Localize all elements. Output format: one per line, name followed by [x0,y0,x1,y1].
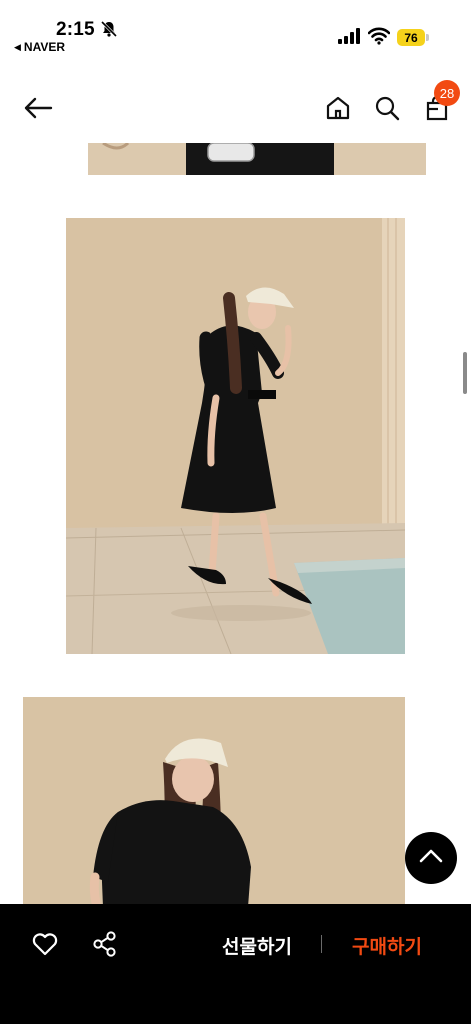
buy-button[interactable]: 구매하기 [343,930,431,960]
battery-level: 76 [397,29,425,46]
scroll-to-top-button[interactable] [405,832,457,884]
product-photo-top [88,143,426,175]
nav-bar [0,80,471,136]
back-to-app-link[interactable]: ◀ NAVER [14,40,65,54]
gift-button[interactable]: 선물하기 [213,930,301,960]
home-icon[interactable] [322,92,354,124]
search-icon[interactable] [371,92,403,124]
share-icon[interactable] [91,930,119,958]
wifi-icon [367,27,391,45]
signal-icon [338,28,362,44]
back-arrow-icon[interactable] [22,92,54,124]
status-time: 2:15 [56,19,95,40]
heart-icon[interactable] [31,930,59,958]
back-triangle-icon: ◀ [14,41,21,52]
bottom-action-bar: 선물하기 구매하기 [0,904,471,1024]
battery-icon: 76 [397,29,429,46]
product-photo-main [66,218,405,654]
back-app-label: NAVER [23,40,66,54]
cart-count-badge: 28 [434,80,460,106]
battery-cap [426,34,429,41]
bell-off-icon [100,20,118,38]
button-divider [321,935,322,953]
product-photo-bottom [23,697,405,907]
chevron-up-icon [419,848,443,869]
status-bar: 2:15 ◀ NAVER 76 [0,0,471,62]
scrollbar[interactable] [463,352,467,394]
